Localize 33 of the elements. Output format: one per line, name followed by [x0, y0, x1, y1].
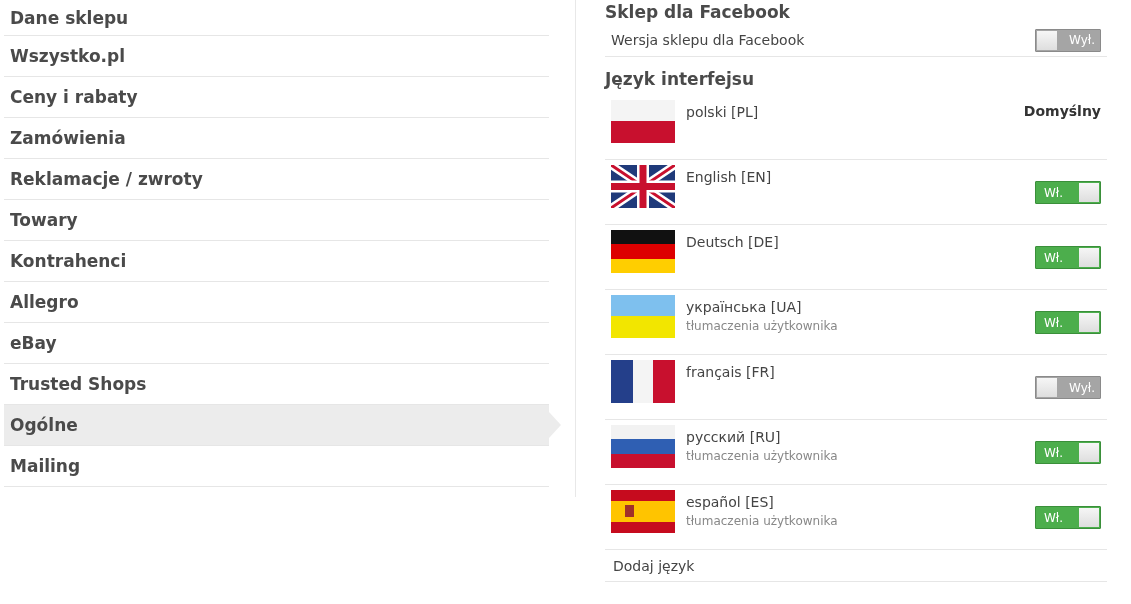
- sidebar-item[interactable]: Towary: [4, 200, 549, 240]
- translation-note: tłumaczenia użytkownika: [686, 448, 839, 465]
- flag-icon: [611, 230, 675, 273]
- translation-note: tłumaczenia użytkownika: [686, 318, 839, 335]
- sidebar-item[interactable]: Zamówienia: [4, 118, 549, 158]
- flag-icon: [611, 100, 675, 143]
- sidebar-item[interactable]: Mailing: [4, 446, 549, 486]
- flag-icon: [611, 165, 675, 208]
- sidebar-item[interactable]: Dane sklepu: [4, 0, 549, 35]
- translation-note: tłumaczenia użytkownika: [686, 513, 839, 530]
- language-name: polski [PL]: [686, 103, 760, 122]
- flag-icon: [611, 360, 675, 403]
- setting-label: Wersja sklepu dla Facebook: [611, 32, 805, 48]
- language-name: Deutsch [DE]: [686, 233, 780, 252]
- section-heading: Język interfejsu: [605, 68, 755, 91]
- sidebar-item[interactable]: eBay: [4, 323, 549, 363]
- sidebar-item[interactable]: Reklamacje / zwroty: [4, 159, 549, 199]
- default-label: Domyślny: [1023, 103, 1101, 119]
- sidebar-item[interactable]: Kontrahenci: [4, 241, 549, 281]
- section-heading: Sklep dla Facebook: [605, 1, 791, 24]
- language-name: русский [RU]: [686, 428, 782, 447]
- sidebar-item[interactable]: Allegro: [4, 282, 549, 322]
- sidebar-item[interactable]: Ceny i rabaty: [4, 77, 549, 117]
- add-language-link[interactable]: Dodaj język: [613, 558, 695, 574]
- flag-icon: [611, 295, 675, 338]
- language-name: français [FR]: [686, 363, 776, 382]
- flag-icon: [611, 490, 675, 533]
- sidebar-item[interactable]: Trusted Shops: [4, 364, 549, 404]
- sidebar-item[interactable]: Wszystko.pl: [4, 36, 549, 76]
- language-name: українська [UA]: [686, 298, 803, 317]
- language-name: español [ES]: [686, 493, 775, 512]
- language-name: English [EN]: [686, 168, 773, 187]
- flag-icon: [611, 425, 675, 468]
